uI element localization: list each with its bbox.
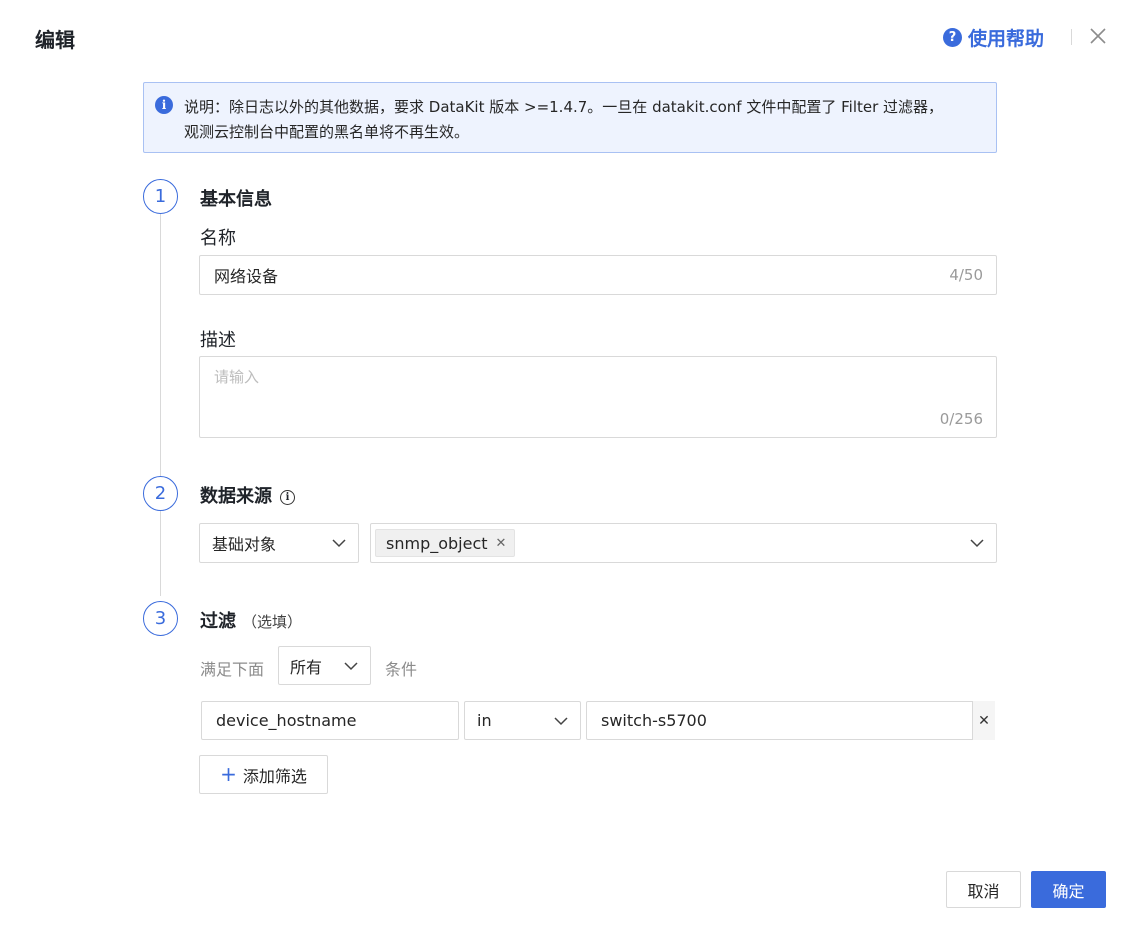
filter-suffix-text: 条件 xyxy=(385,660,418,679)
dialog-title: 编辑 xyxy=(35,28,75,52)
filter-value-input[interactable]: switch-s5700 xyxy=(586,701,995,740)
cancel-button[interactable]: 取消 xyxy=(946,871,1021,908)
chevron-down-icon xyxy=(344,661,358,670)
close-icon[interactable] xyxy=(1088,26,1108,46)
selected-tag-label: snmp_object xyxy=(386,533,488,553)
info-circle-icon[interactable]: i xyxy=(280,490,295,505)
plus-icon: + xyxy=(220,761,237,786)
notice-line-2: 观测云控制台中配置的黑名单将不再生效。 xyxy=(184,123,470,141)
name-input[interactable]: 网络设备 4/50 xyxy=(199,255,997,295)
step-2-title-text: 数据来源 xyxy=(200,486,272,507)
filter-value-text: switch-s5700 xyxy=(601,711,707,730)
source-object-multiselect[interactable]: snmp_object ✕ xyxy=(370,523,997,563)
chevron-down-icon xyxy=(332,539,346,548)
description-placeholder: 请输入 xyxy=(214,368,260,386)
name-label: 名称 xyxy=(200,228,236,249)
source-type-select[interactable]: 基础对象 xyxy=(199,523,359,563)
selected-tag: snmp_object ✕ xyxy=(375,529,516,557)
add-filter-button[interactable]: + 添加筛选 xyxy=(199,755,328,794)
step-1-title: 基本信息 xyxy=(200,189,272,210)
notice-banner: 说明：除日志以外的其他数据，要求 DataKit 版本 >=1.4.7。一旦在 … xyxy=(143,82,997,153)
tag-remove-icon[interactable]: ✕ xyxy=(496,536,507,551)
source-type-value: 基础对象 xyxy=(212,535,277,554)
description-label: 描述 xyxy=(200,330,236,351)
question-circle-icon: ? xyxy=(943,28,962,47)
help-link-label: 使用帮助 xyxy=(968,28,1045,50)
filter-row-remove-button[interactable]: ✕ xyxy=(972,701,995,740)
step-3-subtitle: （选填） xyxy=(242,613,303,631)
filter-operator-value: in xyxy=(477,711,492,730)
filter-field-input[interactable]: device_hostname xyxy=(201,701,459,740)
match-mode-value: 所有 xyxy=(290,657,323,677)
step-3-title-text: 过滤 xyxy=(200,611,236,632)
filter-prefix-text: 满足下面 xyxy=(200,660,265,679)
step-connector-2 xyxy=(160,511,161,596)
description-textarea[interactable]: 请输入 0/256 xyxy=(199,356,997,438)
step-2-title: 数据来源 i xyxy=(200,482,295,508)
chevron-down-icon xyxy=(970,539,984,548)
step-3-indicator: 3 xyxy=(143,601,178,636)
help-link[interactable]: ? 使用帮助 xyxy=(943,24,1044,51)
step-connector-1 xyxy=(160,214,161,476)
step-2-indicator: 2 xyxy=(143,476,178,511)
info-icon: i xyxy=(155,96,173,114)
name-input-value: 网络设备 xyxy=(214,267,279,286)
confirm-button[interactable]: 确定 xyxy=(1031,871,1106,908)
step-3-title: 过滤 （选填） xyxy=(200,607,302,633)
chevron-down-icon xyxy=(554,716,568,725)
step-1-indicator: 1 xyxy=(143,179,178,214)
header-divider xyxy=(1071,29,1072,45)
add-filter-label: 添加筛选 xyxy=(242,766,307,786)
filter-operator-select[interactable]: in xyxy=(464,701,581,740)
filter-field-value: device_hostname xyxy=(216,711,357,730)
name-char-counter: 4/50 xyxy=(949,266,983,284)
match-mode-select[interactable]: 所有 xyxy=(278,646,371,685)
description-char-counter: 0/256 xyxy=(939,410,983,428)
notice-line-1: 说明：除日志以外的其他数据，要求 DataKit 版本 >=1.4.7。一旦在 … xyxy=(184,98,944,116)
